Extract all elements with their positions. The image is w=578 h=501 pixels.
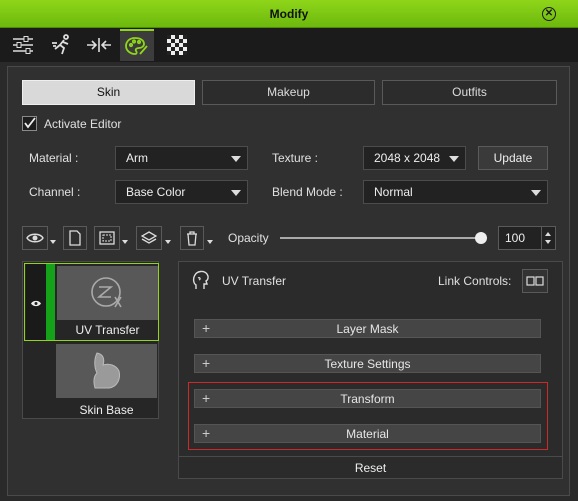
new-layer-button[interactable] <box>63 226 87 250</box>
material-dropdown[interactable]: Arm <box>115 146 248 170</box>
mask-button[interactable] <box>94 226 120 250</box>
spin-arrows[interactable] <box>541 227 555 249</box>
material-value: Arm <box>126 151 148 165</box>
opacity-slider-thumb[interactable] <box>475 232 487 244</box>
chevron-down-icon <box>231 190 241 196</box>
opacity-spinbox[interactable]: 100 <box>498 226 556 250</box>
channel-label: Channel : <box>29 185 81 199</box>
texture-value: 2048 x 2048 <box>374 151 441 165</box>
layers-button[interactable] <box>136 226 162 250</box>
link-controls-label: Link Controls: <box>438 274 512 288</box>
document-icon <box>69 230 81 246</box>
link-controls-button[interactable] <box>522 269 548 293</box>
skin-base-thumbnail <box>56 344 157 398</box>
selected-indicator <box>46 264 55 340</box>
chevron-down-icon <box>531 190 541 196</box>
channel-dropdown[interactable]: Base Color <box>115 180 248 204</box>
sliders-icon[interactable] <box>6 29 40 61</box>
visibility-menu-arrow[interactable] <box>50 240 56 244</box>
texture-label: Texture : <box>272 151 319 165</box>
eye-icon <box>26 233 44 243</box>
trash-icon <box>187 230 197 246</box>
layers-icon <box>141 231 157 244</box>
highlight-box <box>188 382 548 450</box>
palette-icon[interactable] <box>120 29 154 61</box>
delete-button[interactable] <box>180 226 204 250</box>
title-bar: Modify ✕ <box>0 0 578 28</box>
blend-mode-dropdown[interactable]: Normal <box>363 180 548 204</box>
material-label: Material : <box>29 151 79 165</box>
mask-menu-arrow[interactable] <box>122 240 128 244</box>
spin-up-icon[interactable] <box>545 232 551 236</box>
layers-menu-arrow[interactable] <box>165 240 171 244</box>
update-button[interactable]: Update <box>478 146 548 170</box>
link-icon <box>526 276 544 286</box>
tab-outfits[interactable]: Outfits <box>382 80 557 105</box>
section-texture-settings[interactable]: + Texture Settings <box>194 354 541 373</box>
section-title: Texture Settings <box>324 357 411 371</box>
tab-skin[interactable]: Skin <box>22 80 195 105</box>
close-icon[interactable]: ✕ <box>542 7 556 21</box>
head-icon <box>192 269 210 294</box>
texture-dropdown[interactable]: 2048 x 2048 <box>363 146 466 170</box>
layer-item-uv-transfer[interactable]: UV Transfer <box>24 263 159 341</box>
layer-list: UV Transfer Skin Base <box>22 261 159 419</box>
tab-makeup[interactable]: Makeup <box>202 80 375 105</box>
activate-editor-label: Activate Editor <box>44 117 122 131</box>
motion-icon[interactable] <box>45 29 79 61</box>
uv-transfer-thumbnail <box>57 266 158 320</box>
section-title: Layer Mask <box>336 322 399 336</box>
channel-value: Base Color <box>126 185 186 199</box>
checker-icon[interactable] <box>160 29 194 61</box>
top-toolbar <box>0 28 578 62</box>
window-title: Modify <box>269 7 309 21</box>
opacity-slider-track[interactable] <box>280 237 484 239</box>
opacity-value: 100 <box>505 231 526 245</box>
section-layer-mask[interactable]: + Layer Mask <box>194 319 541 338</box>
layer-item-skin-base[interactable]: Skin Base <box>24 342 159 420</box>
visibility-button[interactable] <box>22 226 48 250</box>
opacity-label: Opacity <box>228 231 269 245</box>
chevron-down-icon <box>231 156 241 162</box>
layer-name: Skin Base <box>79 403 134 417</box>
mask-icon <box>99 231 115 245</box>
delete-menu-arrow[interactable] <box>207 240 213 244</box>
activate-editor-checkbox[interactable] <box>22 116 37 131</box>
spin-down-icon[interactable] <box>545 240 551 244</box>
layer-name: UV Transfer <box>75 323 140 337</box>
eye-icon[interactable] <box>30 297 42 311</box>
blend-mode-label: Blend Mode : <box>272 185 343 199</box>
chevron-down-icon <box>449 156 459 162</box>
detail-title: UV Transfer <box>222 274 287 288</box>
align-icon[interactable] <box>82 29 116 61</box>
blend-mode-value: Normal <box>374 185 413 199</box>
reset-button[interactable]: Reset <box>179 456 562 478</box>
